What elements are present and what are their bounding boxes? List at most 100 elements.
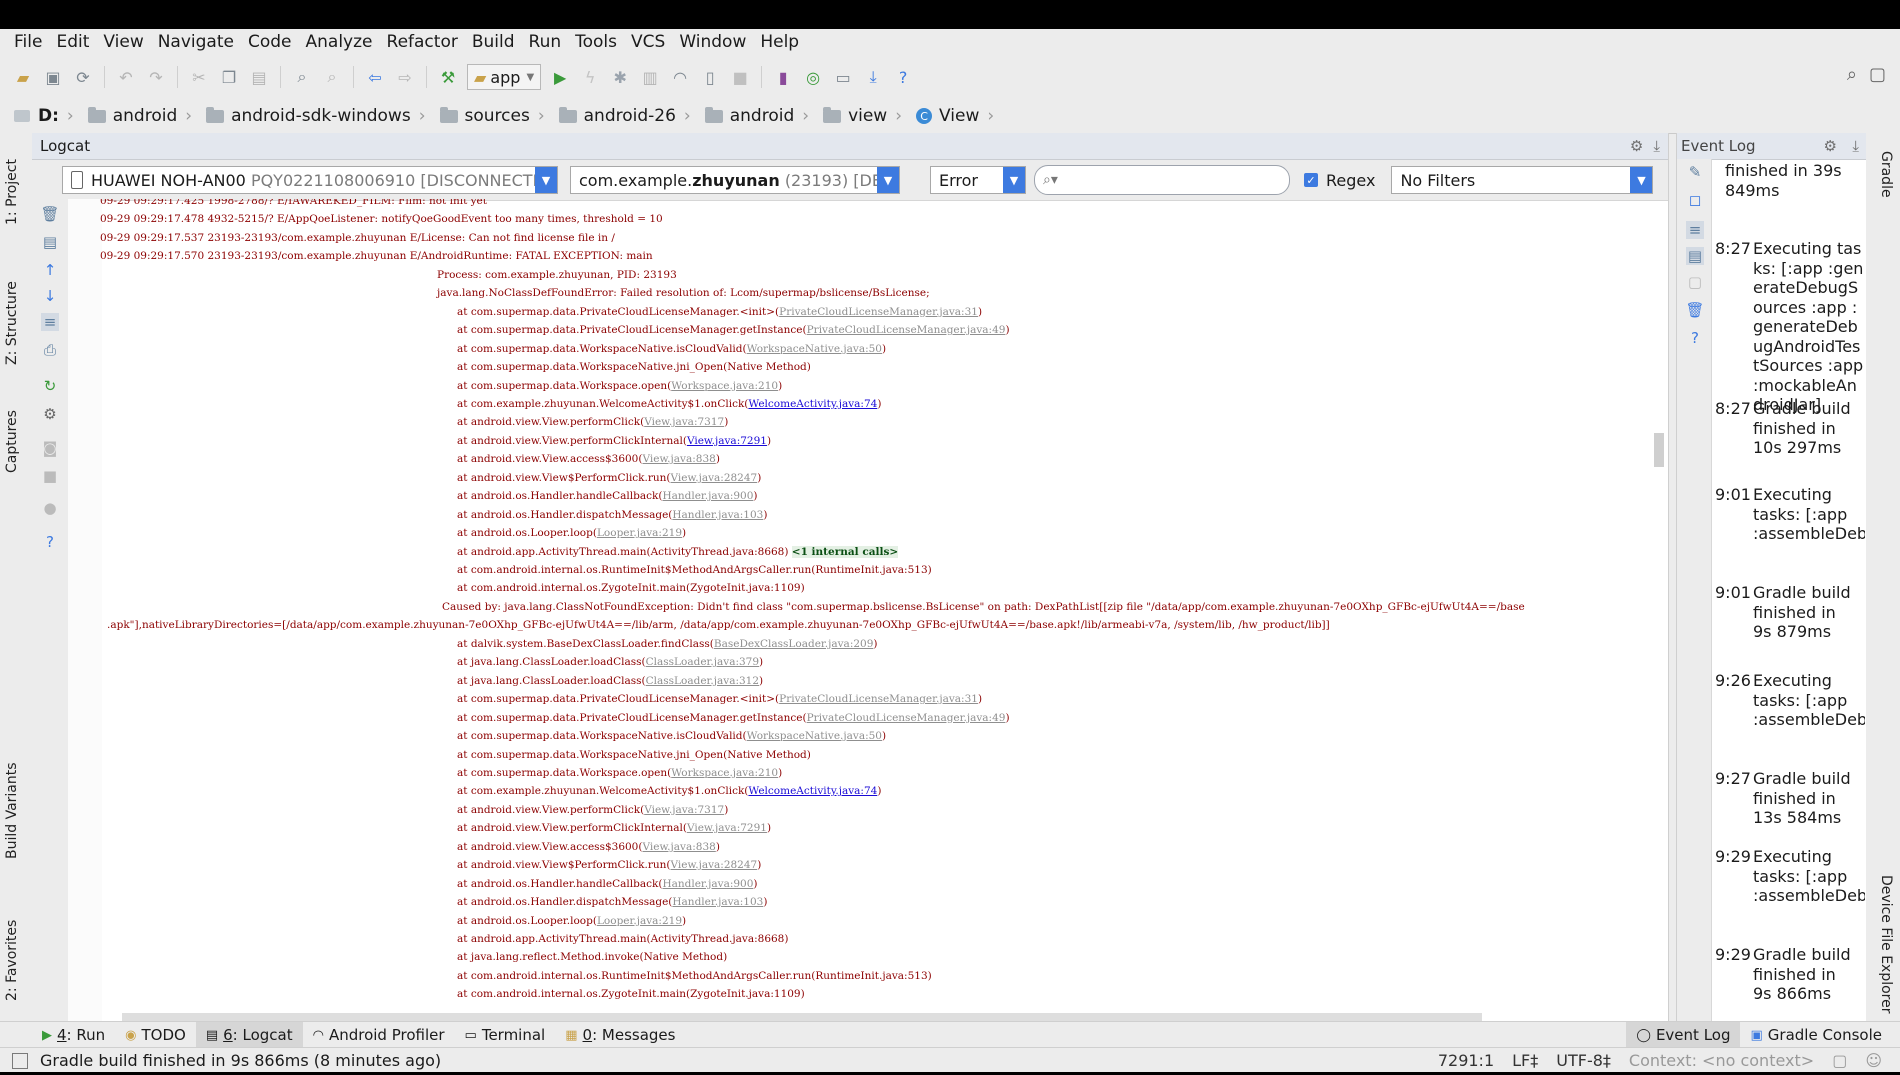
source-link[interactable]: Handler.java:900 bbox=[662, 878, 753, 890]
source-link[interactable]: Workspace.java:210 bbox=[671, 380, 778, 392]
breadcrumb-item[interactable]: view › bbox=[815, 99, 908, 133]
tab-logcat[interactable]: ▤ 6: Logcat bbox=[195, 1022, 303, 1048]
attach-debugger-icon[interactable]: ◠ bbox=[667, 64, 693, 90]
print-icon[interactable]: ⎙ bbox=[41, 341, 59, 359]
source-link[interactable]: ClassLoader.java:312 bbox=[646, 675, 759, 687]
screen-record-icon[interactable]: ■ bbox=[41, 467, 59, 485]
sync-gradle-icon[interactable]: ▮ bbox=[770, 64, 796, 90]
mark-read-icon[interactable]: ▢ bbox=[1686, 273, 1704, 291]
menu-refactor[interactable]: Refactor bbox=[380, 32, 465, 52]
tab-device-file-explorer[interactable]: Device File Explorer bbox=[1878, 875, 1894, 1014]
source-link[interactable]: BaseDexClassLoader.java:209 bbox=[714, 638, 874, 650]
breadcrumb-item[interactable]: sources › bbox=[432, 99, 551, 133]
tab-gradle-console[interactable]: ▣ Gradle Console bbox=[1740, 1022, 1892, 1048]
tab-build-variants[interactable]: Build Variants bbox=[4, 762, 20, 859]
logcat-output[interactable]: 09-29 09:29:17.425 1998-2788/? E/IAWAREK… bbox=[82, 199, 1648, 1011]
menu-navigate[interactable]: Navigate bbox=[151, 32, 241, 52]
clear-logcat-icon[interactable]: 🗑 bbox=[40, 205, 59, 223]
open-folder-icon[interactable]: ▰ bbox=[10, 64, 36, 90]
menu-view[interactable]: View bbox=[96, 32, 150, 52]
terminate-icon[interactable]: ● bbox=[41, 499, 59, 517]
tab-messages[interactable]: ▦ 0: Messages bbox=[555, 1022, 685, 1048]
file-encoding[interactable]: UTF-8‡ bbox=[1556, 1051, 1611, 1070]
settings-icon[interactable]: ⚙ bbox=[41, 405, 59, 423]
breadcrumb-item[interactable]: android-26 › bbox=[551, 99, 697, 133]
breadcrumb-item[interactable]: android › bbox=[80, 99, 198, 133]
filter-select[interactable]: No Filters ▼ bbox=[1391, 166, 1654, 194]
cut-icon[interactable]: ✂ bbox=[186, 64, 212, 90]
line-separator[interactable]: LF‡ bbox=[1512, 1051, 1538, 1070]
scroll-to-end-icon[interactable]: ▤ bbox=[1686, 247, 1704, 265]
source-link[interactable]: Looper.java:219 bbox=[597, 527, 682, 539]
gear-icon[interactable]: ⚙ bbox=[1824, 137, 1837, 155]
avd-manager-icon[interactable]: ◎ bbox=[800, 64, 826, 90]
source-link[interactable]: View.java:7291 bbox=[687, 822, 767, 834]
source-link[interactable]: PrivateCloudLicenseManager.java:49 bbox=[807, 712, 1006, 724]
tab-android-profiler[interactable]: ◠ Android Profiler bbox=[303, 1022, 455, 1048]
menu-help[interactable]: Help bbox=[753, 32, 806, 52]
soft-wrap-icon[interactable]: ≡ bbox=[41, 313, 59, 331]
source-link[interactable]: View.java:7317 bbox=[644, 416, 724, 428]
inspector-icon[interactable]: ☺ bbox=[1865, 1051, 1882, 1070]
source-link[interactable]: Handler.java:103 bbox=[672, 509, 763, 521]
run-coverage-icon[interactable]: ▯ bbox=[697, 64, 723, 90]
tab-favorites[interactable]: 2: Favorites bbox=[4, 920, 20, 1001]
scroll-to-end-icon[interactable]: ▤ bbox=[41, 233, 59, 251]
menu-run[interactable]: Run bbox=[522, 32, 569, 52]
hide-icon[interactable]: ⤓ bbox=[1852, 137, 1859, 155]
hide-icon[interactable]: ⤓ bbox=[1653, 137, 1660, 155]
copy-icon[interactable]: ❐ bbox=[216, 64, 242, 90]
internal-calls-fold[interactable]: <1 internal calls> bbox=[791, 545, 899, 558]
log-level-select[interactable]: Error ▼ bbox=[930, 166, 1026, 194]
source-link[interactable]: WelcomeActivity.java:74 bbox=[748, 785, 877, 797]
lock-icon[interactable]: ▢ bbox=[1869, 64, 1886, 85]
tab-project[interactable]: 1: Project bbox=[4, 159, 20, 225]
arrow-down-icon[interactable]: ↓ bbox=[41, 287, 59, 305]
project-structure-icon[interactable]: ▭ bbox=[830, 64, 856, 90]
menu-analyze[interactable]: Analyze bbox=[299, 32, 380, 52]
tab-todo[interactable]: ◉ TODO bbox=[115, 1022, 196, 1048]
run-configuration-select[interactable]: ▰ app ▼ bbox=[467, 64, 542, 90]
help-icon[interactable]: ? bbox=[41, 533, 59, 551]
source-link[interactable]: WorkspaceNative.java:50 bbox=[747, 343, 882, 355]
menu-build[interactable]: Build bbox=[465, 32, 522, 52]
run-icon[interactable]: ▶ bbox=[547, 64, 573, 90]
context-indicator[interactable]: Context: <no context> bbox=[1629, 1051, 1814, 1070]
profile-icon[interactable]: ▥ bbox=[637, 64, 663, 90]
menu-vcs[interactable]: VCS bbox=[624, 32, 672, 52]
breadcrumb-item[interactable]: android-sdk-windows › bbox=[198, 99, 431, 133]
back-icon[interactable]: ⇦ bbox=[362, 64, 388, 90]
source-link[interactable]: View.java:28247 bbox=[671, 472, 758, 484]
toggle-tool-windows-icon[interactable] bbox=[12, 1052, 28, 1069]
source-link[interactable]: View.java:7291 bbox=[687, 435, 767, 447]
source-link[interactable]: View.java:7317 bbox=[644, 804, 724, 816]
tab-gradle[interactable]: Gradle bbox=[1878, 151, 1894, 198]
caret-position[interactable]: 7291:1 bbox=[1438, 1051, 1494, 1070]
make-project-icon[interactable]: ⚒ bbox=[435, 64, 461, 90]
menu-tools[interactable]: Tools bbox=[568, 32, 624, 52]
source-link[interactable]: PrivateCloudLicenseManager.java:49 bbox=[807, 324, 1006, 336]
source-link[interactable]: ClassLoader.java:379 bbox=[646, 656, 759, 668]
find-icon[interactable]: ⌕ bbox=[289, 64, 315, 90]
breadcrumb-item[interactable]: android › bbox=[697, 99, 815, 133]
regex-checkbox[interactable]: ✓ Regex bbox=[1304, 171, 1375, 190]
breadcrumb-item-class[interactable]: C View › bbox=[908, 99, 1000, 133]
search-everywhere-icon[interactable]: ⌕ bbox=[1847, 64, 1857, 85]
screen-capture-icon[interactable]: ◙ bbox=[41, 439, 59, 457]
paste-icon[interactable]: ▤ bbox=[246, 64, 272, 90]
source-link[interactable]: Workspace.java:210 bbox=[671, 767, 778, 779]
stop-icon[interactable]: ■ bbox=[727, 64, 753, 90]
menu-edit[interactable]: Edit bbox=[49, 32, 96, 52]
forward-icon[interactable]: ⇨ bbox=[392, 64, 418, 90]
status-message[interactable]: Gradle build finished in 9s 866ms (8 min… bbox=[40, 1051, 441, 1070]
sync-icon[interactable]: ⟳ bbox=[70, 64, 96, 90]
source-link[interactable]: Looper.java:219 bbox=[597, 915, 682, 927]
source-link[interactable]: PrivateCloudLicenseManager.java:31 bbox=[779, 693, 978, 705]
source-link[interactable]: WelcomeActivity.java:74 bbox=[748, 398, 877, 410]
menu-file[interactable]: File bbox=[0, 32, 49, 52]
source-link[interactable]: View.java:838 bbox=[642, 841, 715, 853]
undo-icon[interactable]: ↶ bbox=[113, 64, 139, 90]
help-icon[interactable]: ? bbox=[890, 64, 916, 90]
tab-structure[interactable]: Z: Structure bbox=[4, 281, 20, 365]
save-icon[interactable]: ▣ bbox=[40, 64, 66, 90]
